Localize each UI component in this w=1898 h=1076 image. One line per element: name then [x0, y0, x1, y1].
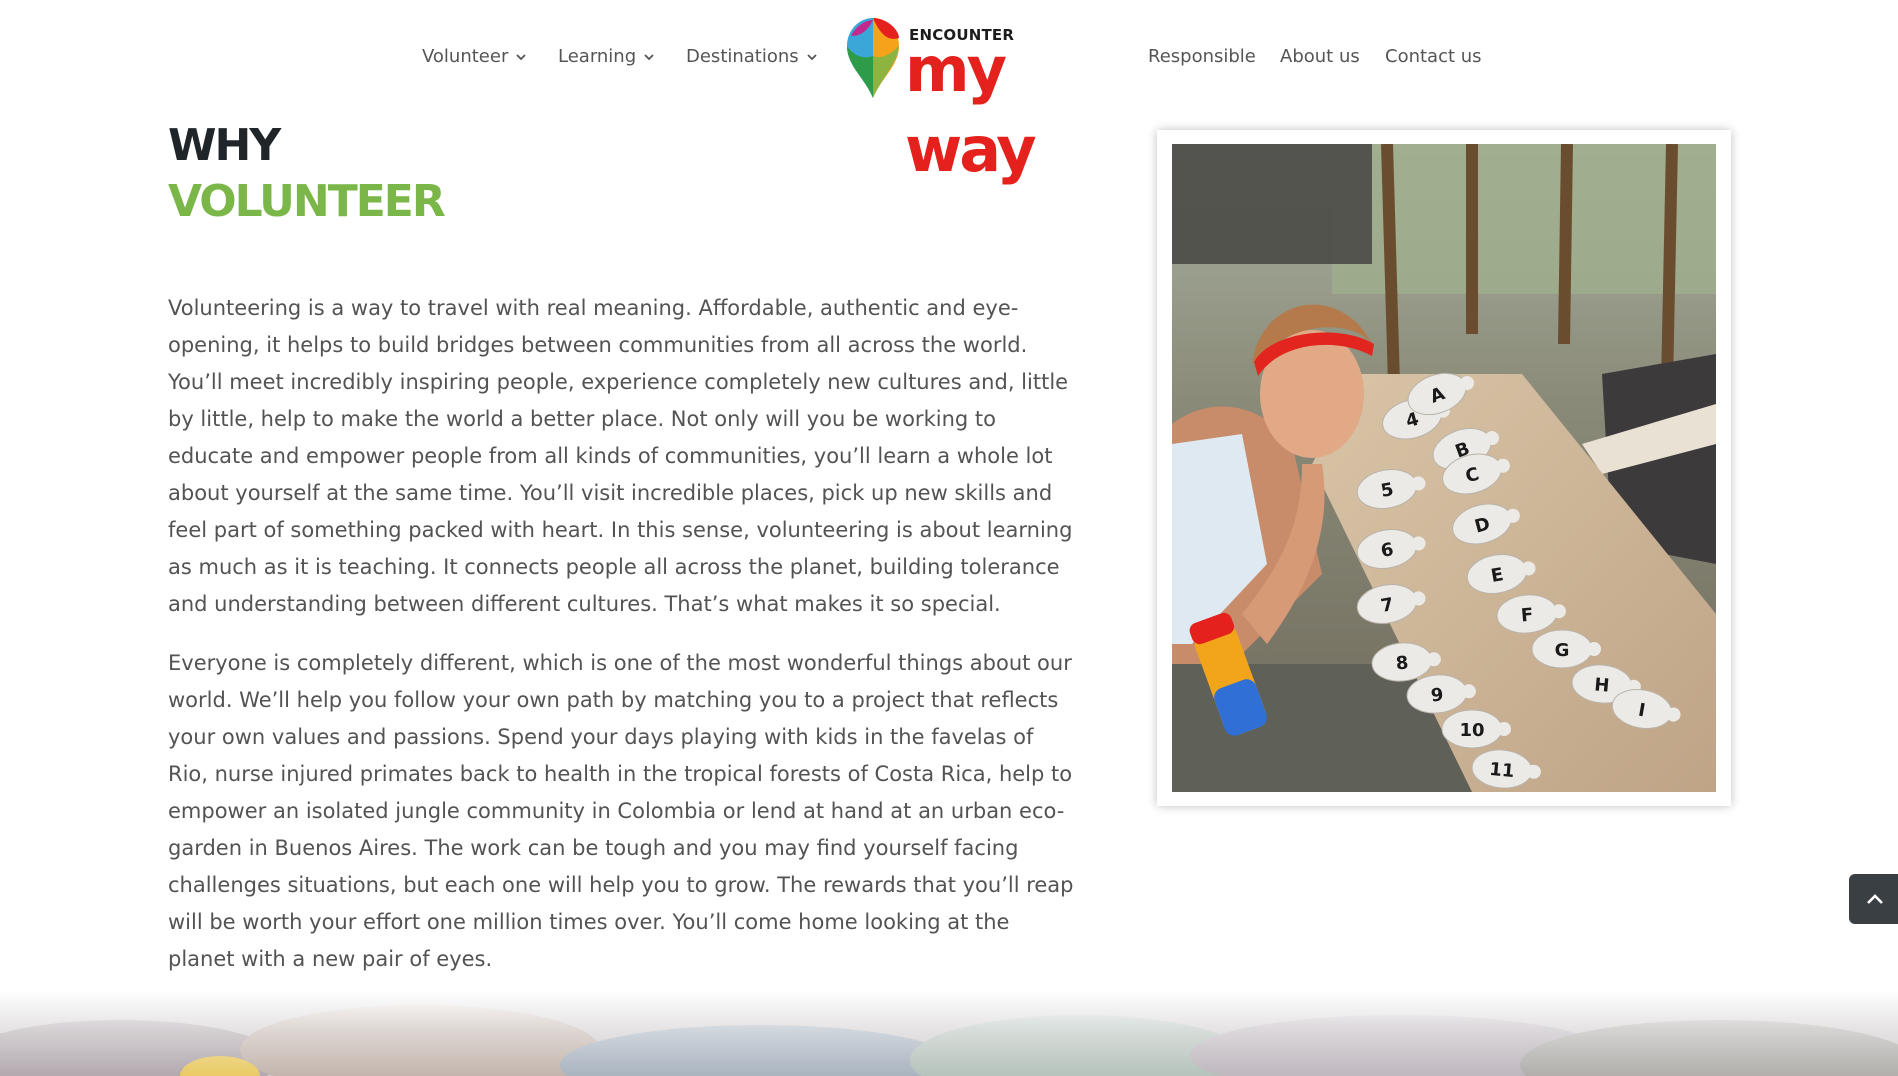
- turtle-label: G: [1555, 640, 1570, 661]
- turtle-label: 10: [1459, 720, 1484, 741]
- volunteer-photo-illustration: 4567891011ABCDEFGHI: [1172, 144, 1716, 792]
- turtle-label: H: [1593, 674, 1610, 696]
- nav-item-label: Contact us: [1385, 46, 1482, 67]
- scroll-to-top-button[interactable]: [1849, 874, 1898, 924]
- nav-item-about-us[interactable]: About us: [1280, 42, 1360, 72]
- site-logo[interactable]: ENCOUNTER my way: [843, 12, 1125, 186]
- site-header: Volunteer Learning Destinations Responsi…: [0, 0, 1898, 186]
- turtle-label: 9: [1430, 684, 1444, 706]
- nav-item-label: About us: [1280, 46, 1360, 67]
- chevron-up-icon: [1867, 894, 1883, 904]
- heading-line-why: WHY: [168, 120, 281, 171]
- body-paragraph-1: Volunteering is a way to travel with rea…: [168, 296, 1073, 616]
- nav-item-learning[interactable]: Learning: [558, 42, 656, 72]
- turtle-label: 11: [1488, 759, 1515, 782]
- chevron-down-icon: [642, 50, 656, 64]
- nav-item-label: Learning: [558, 46, 637, 67]
- photo-frame: 4 5 6 7 8 9 10 11 A B C D E F G H I: [1157, 130, 1731, 806]
- location-pin-icon: [847, 18, 899, 98]
- nav-item-contact-us[interactable]: Contact us: [1385, 42, 1482, 72]
- turtle-label: 8: [1395, 652, 1409, 674]
- chevron-down-icon: [805, 50, 819, 64]
- turtle-label: F: [1520, 604, 1534, 626]
- nav-item-label: Destinations: [686, 46, 799, 67]
- nav-item-label: Responsible: [1148, 46, 1256, 67]
- volunteer-photo: 4 5 6 7 8 9 10 11 A B C D E F G H I: [1172, 144, 1716, 792]
- banner-image: [0, 990, 1898, 1076]
- nav-item-responsible[interactable]: Responsible: [1148, 42, 1256, 72]
- nav-item-label: Volunteer: [422, 46, 509, 67]
- heading-line-volunteer: VOLUNTEER: [168, 176, 446, 227]
- body-paragraph-2: Everyone is completely different, which …: [168, 651, 1074, 971]
- nav-item-destinations[interactable]: Destinations: [686, 42, 819, 72]
- nav-item-volunteer[interactable]: Volunteer: [422, 42, 528, 72]
- logo-big-text: my way: [905, 33, 1037, 186]
- next-section-banner: [0, 990, 1898, 1076]
- chevron-down-icon: [514, 50, 528, 64]
